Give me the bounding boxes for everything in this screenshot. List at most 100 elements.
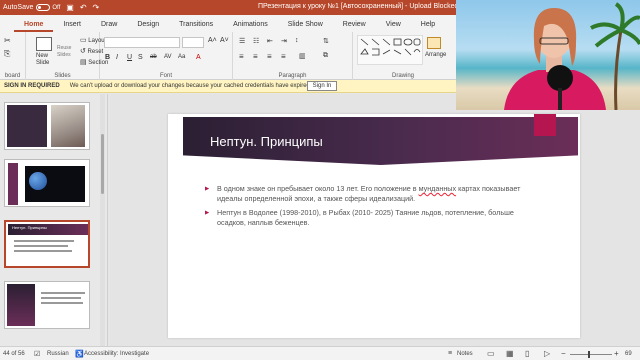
font-size-select[interactable] [182,37,204,48]
thumb-text-line [41,292,85,294]
zoom-slider[interactable] [570,354,612,355]
arrange-button[interactable]: Arrange [425,52,446,58]
paragraph-group: ☰ ☷ ⇤ ⇥ ↕ ⇅ ≡ ≡ ≡ ≡ ▥ ⧉ Paragraph [233,32,353,80]
format-painter-icon[interactable]: ⎘ [4,49,10,59]
accessibility-icon[interactable]: ♿ [75,350,84,358]
align-center-button[interactable]: ≡ [253,52,258,61]
reading-view-icon[interactable]: ▯ [525,349,529,358]
drawing-group-label: Drawing [391,73,414,79]
font-color-icon[interactable]: A [196,54,201,61]
save-icon[interactable]: ▣ [66,3,74,12]
numbering-icon[interactable]: ☷ [253,37,259,45]
bullet-text: В одном знаке он пребывает около 13 лет.… [217,184,419,193]
reuse-slides-button[interactable]: Reuse Slides [57,45,71,59]
tab-home[interactable]: Home [14,21,54,32]
accessibility-status[interactable]: Accessibility: Investigate [84,351,149,357]
language-status[interactable]: Russian [47,351,69,357]
webcam-overlay [456,0,640,110]
misspelled-word[interactable]: мунданных [419,184,456,193]
spelling-icon[interactable]: ☑ [34,350,40,358]
font-group: A˄ A˅ B I U S ab AV Aa A Font [100,32,233,80]
tab-animations[interactable]: Animations [223,21,278,32]
strikethrough-button[interactable]: ab [150,54,157,60]
tab-design[interactable]: Design [127,21,169,32]
status-bar: 44 of 56 ☑ Russian ♿ Accessibility: Inve… [0,346,640,360]
slide-title[interactable]: Нептун. Принципы [210,134,323,149]
tab-help[interactable]: Help [411,21,445,32]
tab-insert[interactable]: Insert [53,21,91,32]
slide-body-text[interactable]: В одном знаке он пребывает около 13 лет.… [205,184,535,232]
shrink-font-icon[interactable]: A˅ [220,37,229,44]
tab-view[interactable]: View [376,21,411,32]
drawing-group: Arrange Drawing [353,32,453,80]
bullet-text: Нептун в Водолее (1998-2010), в Рыбах (2… [217,208,514,227]
new-slide-button[interactable]: New Slide [36,53,49,67]
thumb-text-panel [7,105,47,147]
document-title: ПРезентация к уроку №1 [Автосохраненный]… [258,3,459,10]
slide-sorter-icon[interactable]: ▦ [506,349,514,358]
bullet-item: Нептун в Водолее (1998-2010), в Рыбах (2… [205,208,535,228]
font-name-select[interactable] [104,37,180,48]
zoom-in-icon[interactable]: + [614,349,619,358]
bullets-icon[interactable]: ☰ [239,37,245,45]
slides-group: New Slide Reuse Slides ▭ Layout ↺ Reset … [26,32,108,80]
slide-thumbnail-pane: Нептун. Принципы [0,94,108,346]
shapes-icon [360,38,421,56]
paragraph-group-label: Paragraph [278,73,307,79]
thumb-text-line [41,302,83,304]
slide-accent-square [534,114,556,136]
thumbnail-scrollbar-thumb[interactable] [101,134,104,194]
underline-button[interactable]: U [127,54,132,61]
slide-thumbnail[interactable] [4,159,90,207]
columns-icon[interactable]: ▥ [299,52,306,60]
autosave-state: Off [52,4,61,11]
tab-draw[interactable]: Draw [91,21,127,32]
char-spacing-button[interactable]: AV [164,54,172,60]
current-slide[interactable]: Нептун. Принципы В одном знаке он пребыв… [168,114,580,338]
presenter [504,8,606,110]
slide-thumbnail-selected[interactable]: Нептун. Принципы [4,220,90,268]
arrange-icon[interactable] [427,37,441,49]
zoom-level[interactable]: 69 [625,351,632,357]
normal-view-icon[interactable]: ▭ [487,349,495,358]
redo-icon[interactable]: ↷ [93,3,100,12]
slide-thumbnail[interactable] [4,102,90,150]
font-group-label: Font [159,73,172,79]
line-spacing-icon[interactable]: ↕ [295,37,299,44]
thumb-text-line [14,240,74,242]
slide-counter: 44 of 56 [3,351,25,357]
zoom-out-icon[interactable]: − [561,349,566,358]
undo-icon[interactable]: ↶ [80,3,87,12]
zoom-slider-thumb[interactable] [588,351,590,358]
tab-transitions[interactable]: Transitions [169,21,223,32]
autosave-control[interactable]: AutoSave Off [3,4,60,11]
grow-font-icon[interactable]: A˄ [208,37,217,44]
slide-show-icon[interactable]: ▷ [544,349,550,358]
text-direction-icon[interactable]: ⇅ [323,37,329,45]
italic-button[interactable]: I [116,54,118,61]
align-right-button[interactable]: ≡ [267,52,272,61]
decrease-indent-icon[interactable]: ⇤ [267,37,273,45]
justify-button[interactable]: ≡ [281,52,286,61]
shadow-button[interactable]: S [138,54,143,61]
smartart-icon[interactable]: ⧉ [323,52,328,60]
message-text: We can't upload or download your changes… [69,83,312,89]
bullet-item: В одном знаке он пребывает около 13 лет.… [205,184,535,204]
tab-slide-show[interactable]: Slide Show [278,21,333,32]
bold-button[interactable]: B [105,54,110,61]
autosave-label: AutoSave [3,4,34,11]
thumbnail-scrollbar[interactable] [100,94,105,346]
notes-icon[interactable]: ≡ [448,350,452,357]
notes-button[interactable]: Notes [457,351,473,357]
sign-in-button[interactable]: Sign In [307,81,337,91]
thumb-text-line [14,250,72,252]
change-case-button[interactable]: Aa [178,54,185,60]
new-slide-icon[interactable] [36,37,52,51]
slide-thumbnail[interactable] [4,281,90,329]
tab-review[interactable]: Review [333,21,376,32]
increase-indent-icon[interactable]: ⇥ [281,37,287,45]
cut-icon[interactable]: ✂ [4,36,11,45]
autosave-toggle[interactable] [36,4,51,11]
align-left-button[interactable]: ≡ [239,52,244,61]
shapes-gallery[interactable] [357,35,423,65]
